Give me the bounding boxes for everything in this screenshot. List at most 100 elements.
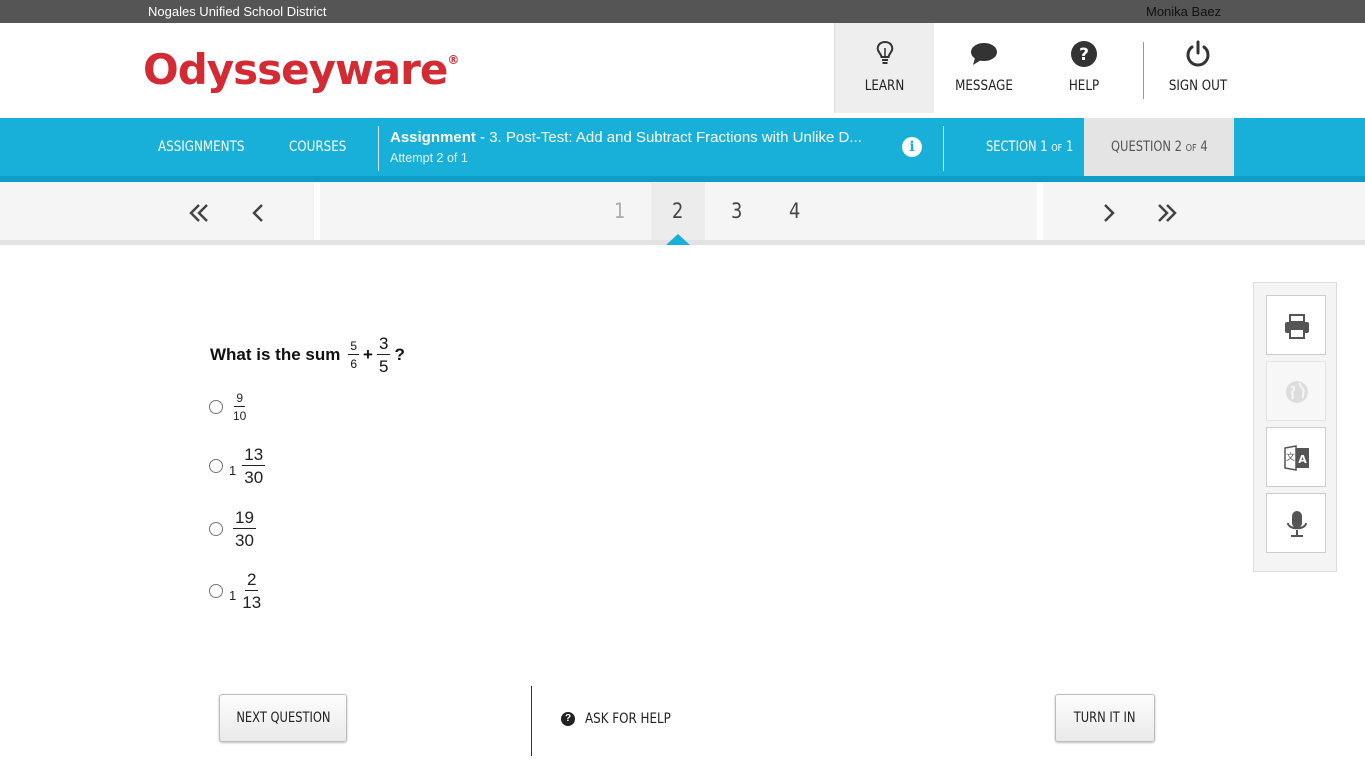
answer-radio[interactable] bbox=[209, 584, 223, 598]
assignment-name: - 3. Post-Test: Add and Subtract Fractio… bbox=[480, 129, 862, 146]
section-indicator: SECTION 1 OF 1 bbox=[986, 139, 1073, 155]
fraction-addend-2: 35 bbox=[376, 334, 391, 376]
fraction-numerator: 5 bbox=[348, 339, 360, 355]
current-page-pointer bbox=[666, 234, 690, 245]
fraction-numerator: 19 bbox=[233, 508, 256, 529]
logo-text: Odysseyware bbox=[143, 45, 448, 94]
answer-option-1[interactable]: 9 10 bbox=[209, 392, 250, 422]
fraction-numerator: 2 bbox=[244, 570, 259, 591]
ask-for-help-label: ASK FOR HELP bbox=[585, 711, 671, 727]
question-circle-icon: ? bbox=[561, 712, 575, 726]
next-question-button[interactable]: NEXT QUESTION bbox=[219, 694, 347, 742]
bar-divider bbox=[943, 126, 944, 171]
fraction-numerator: 9 bbox=[234, 391, 246, 407]
first-page-icon[interactable] bbox=[185, 198, 215, 228]
answer-option-4[interactable]: 1 2 13 bbox=[209, 571, 265, 611]
page-1[interactable]: 1 bbox=[614, 199, 625, 223]
translate-button[interactable]: A 文 bbox=[1266, 427, 1326, 487]
svg-text:A: A bbox=[1298, 453, 1307, 466]
question-word: QUESTION 2 bbox=[1111, 139, 1186, 155]
tab-courses[interactable]: COURSES bbox=[289, 139, 346, 155]
assignment-label: Assignment bbox=[390, 129, 476, 146]
microphone-icon bbox=[1287, 511, 1307, 537]
last-page-icon[interactable] bbox=[1151, 198, 1181, 228]
tab-assignments[interactable]: ASSIGNMENTS bbox=[158, 139, 244, 155]
question-prefix: What is the sum bbox=[210, 345, 341, 364]
fraction-numerator: 13 bbox=[242, 445, 266, 466]
globe-button[interactable] bbox=[1266, 361, 1326, 421]
fraction-numerator: 3 bbox=[376, 334, 391, 355]
question-total: 4 bbox=[1196, 139, 1208, 155]
turn-it-in-button[interactable]: TURN IT IN bbox=[1055, 694, 1155, 742]
nav-help-label: HELP bbox=[1068, 78, 1100, 94]
district-name: Nogales Unified School District bbox=[148, 4, 327, 19]
question-of: OF bbox=[1185, 143, 1197, 154]
answer-fraction: 19 30 bbox=[233, 509, 256, 549]
info-icon[interactable]: i bbox=[902, 137, 922, 157]
bar-divider bbox=[378, 126, 379, 171]
nav-signout-label: SIGN OUT bbox=[1168, 78, 1228, 94]
answer-option-2[interactable]: 1 13 30 bbox=[209, 446, 269, 486]
microphone-button[interactable] bbox=[1266, 493, 1326, 553]
fraction-denominator: 13 bbox=[242, 593, 262, 612]
lightbulb-icon bbox=[876, 40, 893, 64]
page-2[interactable]: 2 bbox=[672, 199, 683, 223]
fraction-addend-1: 56 bbox=[348, 339, 360, 371]
question-suffix: ? bbox=[394, 345, 405, 364]
page-4[interactable]: 4 bbox=[789, 199, 800, 223]
answer-radio[interactable] bbox=[209, 522, 223, 536]
nav-divider bbox=[1143, 42, 1144, 99]
section-word: SECTION 1 bbox=[986, 139, 1052, 155]
question-pager: 1 2 3 4 bbox=[0, 182, 1365, 246]
answer-whole-number: 1 bbox=[229, 587, 237, 603]
question-indicator-box: QUESTION 2 OF 4 bbox=[1084, 118, 1234, 182]
globe-icon bbox=[1286, 381, 1308, 403]
answer-fraction: 9 10 bbox=[233, 392, 246, 422]
nav-learn-button[interactable]: LEARN bbox=[834, 23, 934, 113]
answer-radio[interactable] bbox=[209, 400, 223, 414]
fraction-denominator: 6 bbox=[350, 357, 358, 371]
nav-message-button[interactable]: MESSAGE bbox=[934, 23, 1034, 113]
svg-text:文: 文 bbox=[1286, 451, 1295, 463]
svg-text:?: ? bbox=[1079, 45, 1089, 65]
next-page-icon[interactable] bbox=[1093, 198, 1123, 228]
answer-option-3[interactable]: 19 30 bbox=[209, 509, 260, 549]
answer-fraction: 2 13 bbox=[242, 571, 261, 611]
fraction-denominator: 30 bbox=[235, 531, 254, 550]
section-of: OF bbox=[1051, 143, 1063, 154]
assignment-title: Assignment - 3. Post-Test: Add and Subtr… bbox=[390, 129, 862, 146]
top-bar: Nogales Unified School District Monika B… bbox=[0, 0, 1365, 23]
section-total: 1 bbox=[1062, 139, 1074, 155]
previous-page-icon[interactable] bbox=[244, 198, 274, 228]
answer-whole-number: 1 bbox=[229, 462, 237, 478]
fraction-denominator: 10 bbox=[233, 409, 247, 423]
question-indicator: QUESTION 2 OF 4 bbox=[1111, 139, 1208, 155]
nav-learn-label: LEARN bbox=[864, 78, 905, 94]
question-text: What is the sum 56 + 35 ? bbox=[210, 335, 405, 375]
footer-divider bbox=[531, 686, 532, 756]
nav-message-label: MESSAGE bbox=[955, 78, 1013, 94]
assignment-bar: ASSIGNMENTS COURSES Assignment - 3. Post… bbox=[0, 118, 1365, 182]
fraction-denominator: 30 bbox=[244, 468, 264, 487]
turn-it-in-label: TURN IT IN bbox=[1074, 710, 1136, 726]
translate-icon: A 文 bbox=[1284, 445, 1309, 471]
power-icon bbox=[1186, 40, 1210, 67]
user-name: Monika Baez bbox=[1146, 4, 1222, 19]
chat-bubble-icon bbox=[971, 43, 997, 65]
nav-help-button[interactable]: ? HELP bbox=[1034, 23, 1134, 113]
print-button[interactable] bbox=[1266, 295, 1326, 355]
attempt-text: Attempt 2 of 1 bbox=[390, 151, 468, 165]
pager-right-panel bbox=[1043, 182, 1365, 240]
ask-for-help-button[interactable]: ? ASK FOR HELP bbox=[561, 711, 686, 727]
page-3[interactable]: 3 bbox=[731, 199, 742, 223]
tool-panel: A 文 bbox=[1253, 282, 1337, 572]
printer-icon bbox=[1285, 314, 1309, 339]
registered-mark: ® bbox=[447, 53, 460, 67]
operator-plus: + bbox=[363, 345, 373, 364]
next-question-label: NEXT QUESTION bbox=[235, 710, 331, 726]
odysseyware-logo[interactable]: Odysseyware® bbox=[143, 45, 459, 94]
answer-radio[interactable] bbox=[209, 459, 223, 473]
help-icon: ? bbox=[1071, 41, 1097, 67]
nav-signout-button[interactable]: SIGN OUT bbox=[1148, 23, 1248, 113]
fraction-denominator: 5 bbox=[378, 357, 389, 376]
